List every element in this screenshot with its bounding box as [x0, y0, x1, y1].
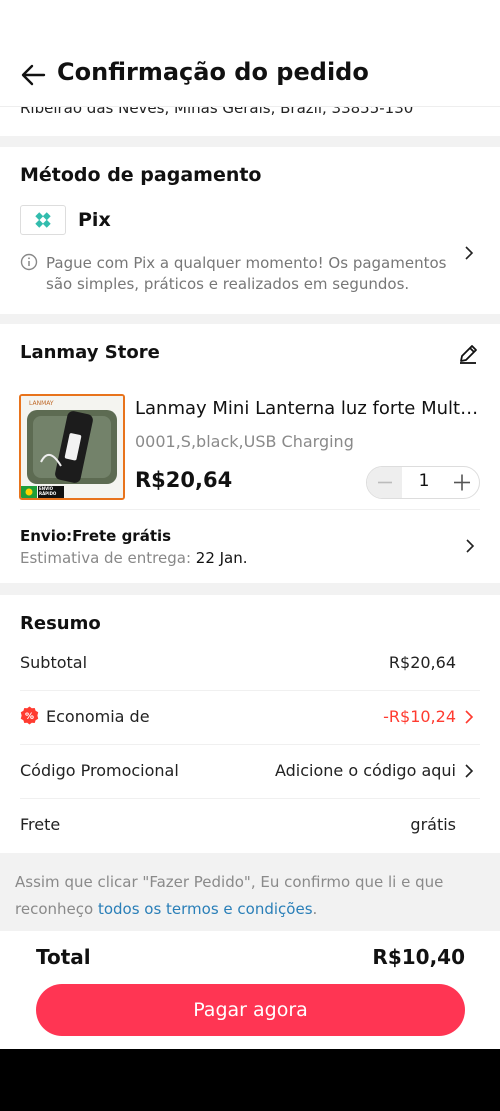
chevron-right-icon[interactable] [461, 537, 479, 555]
pay-now-button[interactable]: Pagar agora [36, 984, 465, 1036]
shipping-address[interactable]: Ribeirão das Neves, Minas Gerais, Brazil… [0, 106, 500, 136]
checkout-footer: Total R$10,40 Pagar agora [0, 931, 500, 1049]
subtotal-value: R$20,64 [388, 653, 456, 672]
header: Confirmação do pedido [0, 0, 500, 106]
brand-label: LANMAY [29, 400, 54, 407]
page-title: Confirmação do pedido [57, 58, 369, 86]
freight-value: grátis [410, 815, 456, 834]
subtotal-row: Subtotal R$20,64 [20, 637, 480, 691]
divider [20, 509, 480, 510]
store-name: Lanmay Store [20, 342, 160, 363]
promo-code-value: Adicione o código aqui [274, 761, 456, 780]
payment-section-title: Método de pagamento [20, 164, 262, 186]
pix-label: Pix [78, 209, 111, 231]
freight-row: Frete grátis [20, 799, 480, 853]
delivery-estimate-label: Estimativa de entrega: [20, 549, 196, 567]
system-navigation-bar [0, 1049, 500, 1111]
terms-link[interactable]: todos os termos e condições [98, 900, 313, 918]
edit-pencil-icon[interactable] [457, 343, 479, 365]
decrease-quantity-button[interactable] [367, 467, 402, 498]
increase-quantity-button[interactable] [446, 467, 479, 498]
product-variant[interactable]: 0001,S,black,USB Charging [135, 432, 354, 451]
payment-method-section: Método de pagamento Pix Pague com Pix a … [0, 147, 500, 314]
quantity-stepper: 1 [366, 466, 480, 499]
delivery-estimate: Estimativa de entrega: 22 Jan. [20, 549, 248, 567]
delivery-date: 22 Jan. [195, 549, 248, 567]
terms-text: Assim que clicar "Fazer Pedido", Eu conf… [15, 869, 485, 923]
savings-label: Economia de [46, 707, 150, 726]
shipping-method-label[interactable]: Envio:Frete grátis [20, 527, 171, 545]
pix-logo [20, 205, 66, 235]
chevron-right-icon [465, 764, 474, 778]
promo-code-label: Código Promocional [20, 761, 179, 780]
promo-code-row[interactable]: Código Promocional Adicione o código aqu… [20, 745, 480, 799]
pix-info-text: Pague com Pix a qualquer momento! Os pag… [46, 254, 447, 293]
svg-text:%: % [25, 712, 34, 722]
subtotal-label: Subtotal [20, 653, 88, 672]
savings-value: -R$10,24 [383, 707, 456, 726]
plus-icon [454, 474, 470, 491]
address-text: Ribeirão das Neves, Minas Gerais, Brazil… [20, 106, 414, 117]
pix-icon [35, 212, 51, 228]
savings-row[interactable]: % Economia de -R$10,24 [20, 691, 480, 745]
quantity-value[interactable]: 1 [402, 471, 446, 491]
product-price: R$20,64 [135, 468, 233, 492]
back-arrow-icon[interactable] [20, 62, 46, 88]
terms-suffix: . [312, 900, 318, 918]
store-section: Lanmay Store LANMAY ENVIO RÁPIDO Lanmay … [0, 324, 500, 583]
flashlight-image [21, 396, 123, 498]
chevron-right-icon[interactable] [460, 244, 478, 262]
freight-label: Frete [20, 815, 61, 834]
minus-icon [378, 481, 392, 484]
product-title[interactable]: Lanmay Mini Lanterna luz forte Multifunc… [135, 398, 480, 419]
total-label: Total [36, 945, 91, 969]
info-icon [20, 253, 38, 271]
order-summary-section: Resumo Subtotal R$20,64 % Economia de -R… [0, 595, 500, 853]
discount-badge-icon: % [20, 706, 39, 725]
fast-shipping-badge: ENVIO RÁPIDO [39, 486, 57, 496]
summary-title: Resumo [20, 613, 101, 634]
chevron-right-icon [465, 710, 474, 724]
terms-notice: Assim que clicar "Fazer Pedido", Eu conf… [0, 853, 500, 931]
total-value: R$10,40 [372, 945, 465, 969]
product-image[interactable]: LANMAY ENVIO RÁPIDO [19, 394, 125, 500]
